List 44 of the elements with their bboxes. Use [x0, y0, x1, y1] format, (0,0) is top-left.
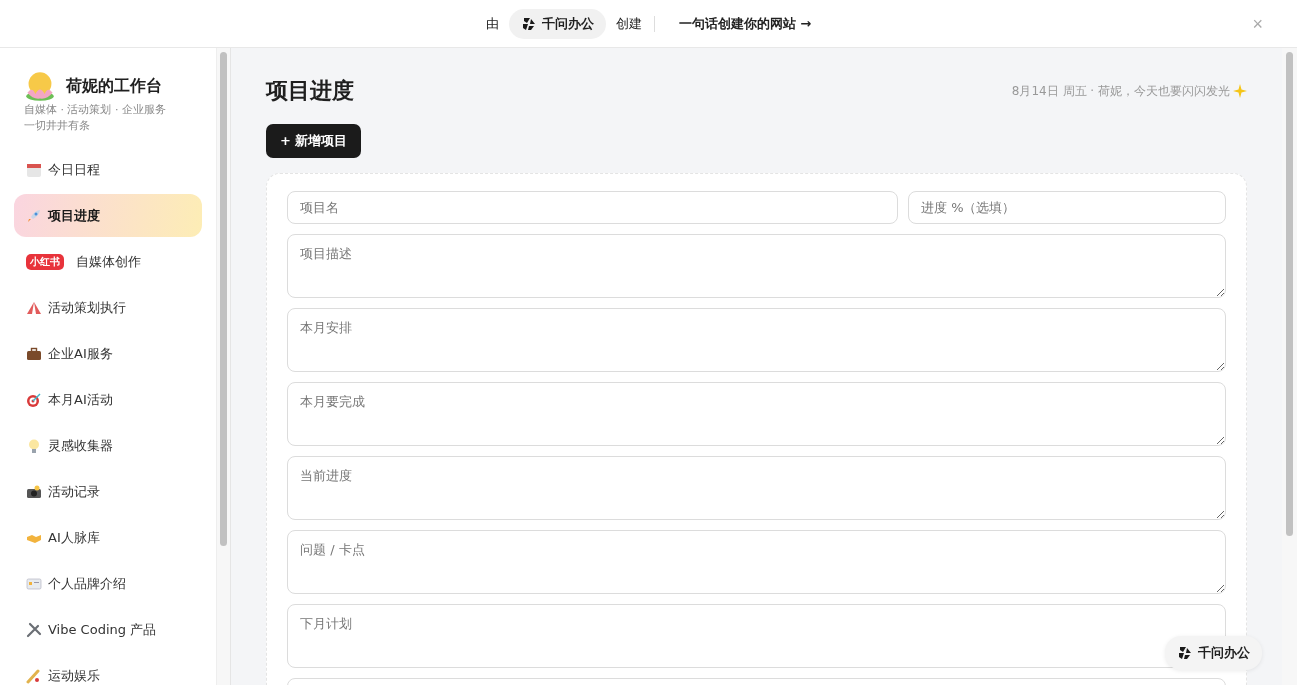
project-name-field[interactable]: 项目名 [287, 191, 898, 224]
greeting-text: 8月14日 周五 · 荷妮，今天也要闪闪发光 [1011, 82, 1247, 100]
bulb-icon [26, 437, 42, 454]
banner-text: 由 [485, 14, 499, 33]
sidebar-item[interactable]: 今日日程 [14, 148, 202, 191]
add-project-button[interactable]: + 新增项目 [266, 124, 362, 158]
tag-label: 小红书 [26, 253, 64, 270]
workspace-title: 荷妮的工作台 [66, 75, 162, 97]
lotus-face-icon [24, 70, 56, 102]
sidebar-item[interactable]: 本月AI活动 [14, 378, 202, 421]
brand-badge[interactable]: 千问办公 [1165, 636, 1262, 670]
briefcase-icon [26, 345, 42, 362]
text-area-field[interactable]: 当前进度 [287, 456, 1226, 520]
sparkle-icon [1233, 84, 1247, 98]
text-area-field[interactable]: 本月要完成 [287, 382, 1226, 446]
rocket-icon [26, 207, 42, 224]
bat-icon [26, 667, 42, 684]
workspace-tagline: 一切井井有条 [23, 118, 91, 134]
sidebar-item[interactable]: 活动策划执行 [14, 286, 202, 329]
sidebar-item[interactable]: 个人品牌介绍 [14, 562, 202, 605]
logo-icon [520, 15, 537, 32]
sidebar-item[interactable]: 企业AI服务 [14, 332, 202, 375]
sidebar-item[interactable]: 运动娱乐 [14, 654, 202, 685]
progress-field[interactable]: 进度 %（选填） [908, 191, 1226, 224]
calendar-icon [26, 161, 42, 178]
banner-text: 创建 [615, 14, 642, 33]
workspace-subtitle: 自媒体 · 活动策划 · 企业服务 [23, 102, 167, 118]
tools-icon [26, 621, 42, 638]
sidebar-item[interactable]: AI人脉库 [14, 516, 202, 559]
text-area-field[interactable]: 项目描述 [287, 234, 1226, 298]
text-area-field[interactable]: 本月安排 [287, 308, 1226, 372]
create-site-link[interactable]: 一句话创建你的网站 → [678, 14, 812, 33]
logo-icon [1177, 645, 1193, 661]
sidebar-item[interactable]: 项目进度 [14, 194, 202, 237]
sidebar-item[interactable]: 小红书 自媒体创作 [14, 240, 202, 283]
card-icon [26, 575, 42, 592]
text-area-field[interactable]: 问题 / 卡点 [287, 530, 1226, 594]
page-title: 项目进度 [266, 77, 354, 105]
brand-link[interactable]: 千问办公 [508, 8, 606, 39]
target-icon [26, 391, 42, 408]
sidebar-item[interactable]: 灵感收集器 [14, 424, 202, 467]
sidebar-item[interactable]: 活动记录 [14, 470, 202, 513]
sidebar-item[interactable]: Vibe Coding 产品 [14, 608, 202, 651]
camera-icon [26, 483, 42, 500]
